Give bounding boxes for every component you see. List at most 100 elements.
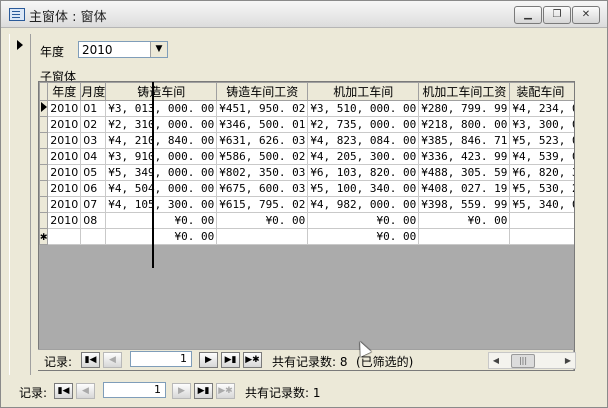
main-record-number-input[interactable]: 1 — [103, 382, 166, 398]
main-last-record-button[interactable]: ▶▮ — [194, 383, 213, 399]
grid-cell[interactable]: ¥4, 234, 00 — [509, 100, 574, 117]
year-combobox-value[interactable]: 2010 — [82, 43, 113, 57]
grid-cell[interactable]: ¥615, 795. 02 — [216, 196, 309, 213]
main-next-record-button[interactable]: ▶ — [172, 383, 191, 399]
grid-cell[interactable]: ¥0. 00 — [216, 212, 309, 229]
main-record-selector[interactable] — [9, 34, 31, 375]
grid-cell[interactable]: 04 — [80, 148, 107, 165]
grid-cell[interactable]: 2010 — [47, 100, 82, 117]
grid-cell[interactable]: 2010 — [47, 148, 82, 165]
column-header[interactable]: 铸造车间工资 — [216, 82, 309, 101]
table-row[interactable]: 2010 04 ¥3, 910, 000. 00 ¥586, 500. 02 ¥4, 2… — [39, 148, 574, 165]
row-selector[interactable] — [39, 148, 49, 165]
table-row[interactable]: 2010 01 ¥3, 013, 000. 00 ¥451, 950. 02 ¥3, 5… — [39, 100, 574, 117]
row-selector[interactable] — [39, 132, 49, 149]
grid-cell[interactable]: ¥5, 530, 21 — [509, 180, 574, 197]
grid-cell[interactable]: ¥4, 982, 000. 00 — [307, 196, 420, 213]
scroll-right-icon[interactable]: ▶ — [561, 353, 575, 368]
row-selector[interactable] — [39, 180, 49, 197]
scroll-left-icon[interactable]: ◀ — [489, 353, 503, 368]
grid-cell[interactable]: ¥4, 504, 000. 00 — [105, 180, 218, 197]
row-selector[interactable]: ✱ — [39, 228, 49, 245]
grid-cell[interactable]: ¥408, 027. 19 — [418, 180, 511, 197]
table-row[interactable]: ✱ ¥0. 00 ¥0. 00 — [39, 228, 574, 245]
row-selector[interactable] — [39, 196, 49, 213]
grid-cell[interactable]: ¥6, 103, 820. 00 — [307, 164, 420, 181]
grid-cell[interactable]: ¥631, 626. 03 — [216, 132, 309, 149]
grid-cell[interactable]: ¥5, 523, 00 — [509, 132, 574, 149]
grid-cell[interactable]: 06 — [80, 180, 107, 197]
close-button[interactable]: ✕ — [572, 6, 600, 24]
row-selector[interactable] — [39, 100, 49, 117]
column-header[interactable]: 年度 — [47, 82, 82, 101]
grid-cell[interactable]: 02 — [80, 116, 107, 133]
column-header[interactable]: 装配车间 — [509, 82, 574, 101]
grid-cell[interactable]: ¥ — [509, 212, 574, 229]
previous-record-button[interactable]: ◀ — [103, 352, 122, 368]
table-row[interactable]: 201008¥0. 00¥0. 00¥0. 00¥0. 00¥ — [39, 212, 574, 229]
scroll-thumb[interactable]: ||| — [511, 354, 535, 368]
grid-cell[interactable] — [418, 228, 511, 245]
row-selector[interactable] — [39, 164, 49, 181]
grid-cell[interactable]: ¥0. 00 — [418, 212, 511, 229]
grid-cell[interactable]: 05 — [80, 164, 107, 181]
first-record-button[interactable]: ▮◀ — [81, 352, 100, 368]
horizontal-scrollbar[interactable]: ◀ ||| ▶ — [488, 352, 576, 369]
column-header[interactable]: 铸造车间 — [105, 82, 218, 101]
column-header[interactable]: 月度 — [80, 82, 107, 101]
grid-cell[interactable]: ¥336, 423. 99 — [418, 148, 511, 165]
grid-cell[interactable]: ¥3, 910, 000. 00 — [105, 148, 218, 165]
column-header[interactable]: 机加工车间工资 — [418, 82, 511, 101]
grid-cell[interactable] — [80, 228, 107, 245]
select-all-corner[interactable] — [39, 82, 49, 101]
restore-button[interactable]: ❐ — [543, 6, 571, 24]
grid-cell[interactable]: 08 — [80, 212, 107, 229]
grid-cell[interactable]: 2010 — [47, 164, 82, 181]
grid-cell[interactable]: 07 — [80, 196, 107, 213]
table-row[interactable]: 2010 06 ¥4, 504, 000. 00 ¥675, 600. 03 ¥5, 1… — [39, 180, 574, 197]
grid-cell[interactable]: ¥398, 559. 99 — [418, 196, 511, 213]
grid-cell[interactable]: ¥5, 349, 000. 00 — [105, 164, 218, 181]
row-selector[interactable] — [39, 116, 49, 133]
grid-cell[interactable]: ¥346, 500. 01 — [216, 116, 309, 133]
grid-cell[interactable]: ¥488, 305. 59 — [418, 164, 511, 181]
grid-cell[interactable]: ¥2, 735, 000. 00 — [307, 116, 420, 133]
grid-cell[interactable]: ¥3, 510, 000. 00 — [307, 100, 420, 117]
grid-cell[interactable]: ¥4, 539, 02 — [509, 148, 574, 165]
grid-cell[interactable] — [509, 228, 574, 245]
grid-cell[interactable]: 2010 — [47, 132, 82, 149]
grid-cell[interactable]: ¥802, 350. 03 — [216, 164, 309, 181]
grid-cell[interactable]: ¥0. 00 — [105, 212, 218, 229]
minimize-button[interactable]: ▁ — [514, 6, 542, 24]
grid-cell[interactable]: ¥4, 210, 840. 00 — [105, 132, 218, 149]
grid-cell[interactable]: ¥4, 105, 300. 00 — [105, 196, 218, 213]
grid-cell[interactable]: ¥2, 310, 000. 00 — [105, 116, 218, 133]
main-first-record-button[interactable]: ▮◀ — [54, 383, 73, 399]
grid-cell[interactable]: ¥280, 799. 99 — [418, 100, 511, 117]
grid-cell[interactable]: ¥586, 500. 02 — [216, 148, 309, 165]
last-record-button[interactable]: ▶▮ — [221, 352, 240, 368]
grid-cell[interactable]: 2010 — [47, 116, 82, 133]
table-row[interactable]: 2010 05 ¥5, 349, 000. 00 ¥802, 350. 03 ¥6, 1… — [39, 164, 574, 181]
grid-cell[interactable] — [216, 228, 309, 245]
grid-cell[interactable]: ¥4, 205, 300. 00 — [307, 148, 420, 165]
grid-cell[interactable]: 01 — [80, 100, 107, 117]
year-combobox[interactable]: 2010 ▼ — [78, 41, 168, 58]
grid-cell[interactable]: ¥218, 800. 00 — [418, 116, 511, 133]
grid-cell[interactable]: ¥0. 00 — [307, 212, 420, 229]
grid-cell[interactable]: 2010 — [47, 212, 82, 229]
subform-datasheet[interactable]: 年度 月度 铸造车间 铸造车间工资 机加工车间 机加工车间工资 装配车间 201… — [38, 81, 575, 371]
grid-cell[interactable]: 2010 — [47, 180, 82, 197]
title-bar[interactable]: 主窗体 : 窗体 ▁ ❐ ✕ — [1, 1, 607, 28]
grid-cell[interactable]: ¥3, 013, 000. 00 — [105, 100, 218, 117]
table-row[interactable]: 2010 03 ¥4, 210, 840. 00 ¥631, 626. 03 ¥4, 8… — [39, 132, 574, 149]
column-header[interactable]: 机加工车间 — [307, 82, 420, 101]
grid-cell[interactable]: ¥5, 100, 340. 00 — [307, 180, 420, 197]
new-record-button[interactable]: ▶✱ — [243, 352, 262, 368]
main-previous-record-button[interactable]: ◀ — [76, 383, 95, 399]
next-record-button[interactable]: ▶ — [199, 352, 218, 368]
grid-cell[interactable]: ¥4, 823, 084. 00 — [307, 132, 420, 149]
table-row[interactable]: 2010 02 ¥2, 310, 000. 00 ¥346, 500. 01 ¥2, 7… — [39, 116, 574, 133]
grid-cell[interactable]: ¥675, 600. 03 — [216, 180, 309, 197]
grid-cell[interactable]: 2010 — [47, 196, 82, 213]
